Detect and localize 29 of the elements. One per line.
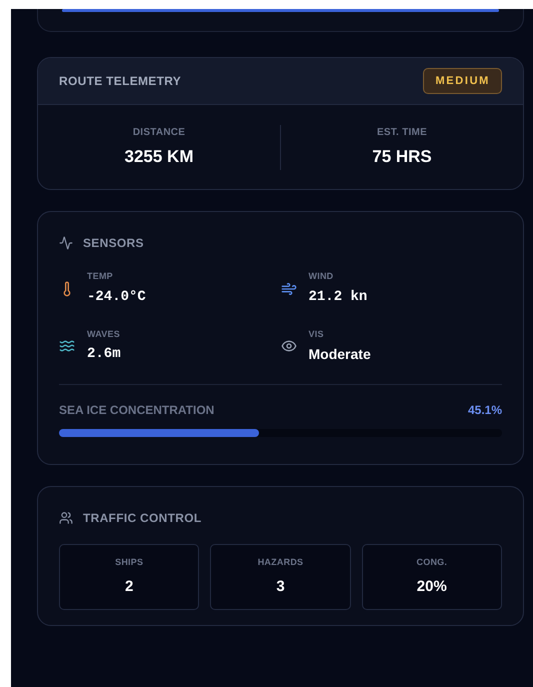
card-title: TRAFFIC CONTROL <box>83 510 202 527</box>
stat-value: 20% <box>416 576 447 596</box>
stat-value: 3255 KM <box>124 146 194 168</box>
risk-badge: MEDIUM <box>423 68 502 94</box>
stat-label: DISTANCE <box>132 126 186 140</box>
card-title: ROUTE TELEMETRY <box>59 73 182 90</box>
stat-label: CONG. <box>416 556 448 569</box>
activity-icon <box>59 236 73 250</box>
stat-value: 2 <box>124 576 134 596</box>
stat-label: EST. TIME <box>376 126 428 140</box>
sensor-label: WAVES <box>87 328 121 340</box>
waves-icon <box>59 338 75 354</box>
sensor-value: 21.2 kn <box>308 288 368 306</box>
meter-label: SEA ICE CONCENTRATION <box>59 402 214 419</box>
stat-value: 75 HRS <box>372 146 432 168</box>
stat-label: SHIPS <box>115 556 144 569</box>
meter-reading: 45.1% <box>468 402 502 419</box>
sensor-label: TEMP <box>87 270 114 283</box>
users-icon <box>59 511 73 525</box>
eye-icon <box>280 338 296 354</box>
card-title: SENSORS <box>83 235 144 252</box>
sensor-label: WIND <box>308 270 334 283</box>
sensor-value: 2.6m <box>87 345 121 364</box>
stat-label: HAZARDS <box>258 556 304 569</box>
sensor-value: Moderate <box>308 345 371 364</box>
sensor-value: -24.0°C <box>87 288 146 306</box>
stat-value: 3 <box>276 576 285 596</box>
wind-icon <box>280 280 296 297</box>
sensor-label: VIS <box>308 328 325 340</box>
